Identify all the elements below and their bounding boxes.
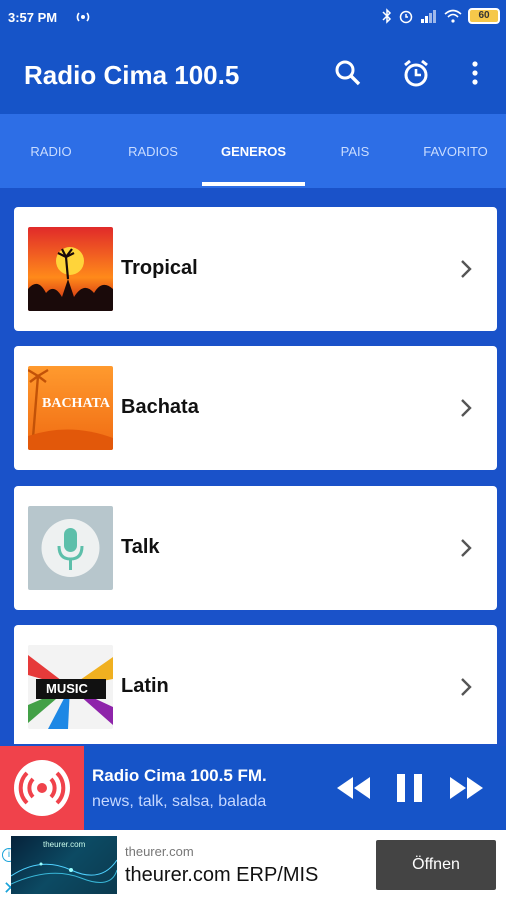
latin-thumbnail-text: MUSIC	[46, 681, 88, 696]
rewind-button[interactable]	[333, 771, 373, 805]
pause-button[interactable]	[390, 771, 430, 805]
chevron-right-icon	[461, 539, 472, 557]
genre-card-tropical[interactable]: Tropical	[14, 207, 497, 331]
wifi-icon	[444, 9, 462, 23]
bluetooth-icon	[382, 8, 392, 24]
station-logo	[0, 746, 84, 830]
chevron-right-icon	[461, 399, 472, 417]
tab-radio[interactable]: RADIO	[0, 144, 102, 159]
tab-radios[interactable]: RADIOS	[102, 144, 204, 159]
station-tags: news, talk, salsa, balada	[92, 793, 267, 810]
tab-favorito[interactable]: FAVORITO	[405, 144, 506, 159]
genre-label: Bachata	[121, 396, 199, 418]
ad-banner[interactable]: i ✕ theurer.com theurer.com theurer.com …	[0, 830, 506, 900]
tab-bar: RADIO RADIOS GENEROS PAIS FAVORITO	[0, 114, 506, 188]
genre-label: Talk	[121, 536, 160, 558]
genre-card-bachata[interactable]: BACHATA Bachata	[14, 346, 497, 470]
tropical-thumbnail	[28, 227, 113, 311]
ad-thumbnail: theurer.com	[11, 836, 117, 894]
ad-headline[interactable]: theurer.com ERP/MIS	[125, 864, 318, 887]
signal-icon	[421, 10, 436, 23]
genre-card-latin[interactable]: MUSIC Latin	[14, 625, 497, 744]
chevron-right-icon	[461, 260, 472, 278]
genre-label: Latin	[121, 675, 169, 697]
fast-forward-icon	[450, 777, 483, 799]
rewind-icon	[337, 777, 370, 799]
app-bar: Radio Cima 100.5	[0, 36, 506, 114]
hotspot-icon	[76, 12, 90, 22]
alarm-button[interactable]	[399, 56, 433, 90]
talk-thumbnail	[28, 506, 113, 590]
genre-card-talk[interactable]: Talk	[14, 486, 497, 610]
alarm-clock-icon	[404, 59, 428, 87]
status-time: 3:57 PM	[8, 10, 58, 25]
tab-generos[interactable]: GENEROS	[202, 144, 305, 159]
status-bar: 3:57 PM 60	[0, 0, 506, 36]
station-name: Radio Cima 100.5 FM.	[92, 766, 267, 785]
pause-icon	[397, 774, 422, 802]
tab-pais[interactable]: PAIS	[305, 144, 405, 159]
broadcast-icon	[14, 760, 70, 816]
genre-label: Tropical	[121, 257, 198, 279]
latin-thumbnail: MUSIC	[28, 645, 113, 729]
search-icon	[335, 60, 361, 86]
alarm-icon	[399, 10, 413, 24]
bachata-thumbnail-text: BACHATA	[42, 396, 110, 411]
more-options-button[interactable]	[458, 56, 492, 90]
active-tab-indicator	[202, 182, 305, 186]
ad-domain: theurer.com	[125, 844, 194, 859]
app-title: Radio Cima 100.5	[24, 60, 240, 90]
genre-list: Tropical BACHATA Bachata Talk MUSIC Lati…	[0, 188, 506, 744]
fast-forward-button[interactable]	[447, 771, 487, 805]
more-vert-icon	[472, 61, 478, 85]
search-button[interactable]	[331, 56, 365, 90]
bachata-thumbnail: BACHATA	[28, 366, 113, 450]
now-playing-bar[interactable]: Radio Cima 100.5 FM. news, talk, salsa, …	[0, 746, 506, 830]
chevron-right-icon	[461, 678, 472, 696]
ad-open-button[interactable]: Öffnen	[376, 840, 496, 890]
battery-indicator: 60	[468, 8, 500, 24]
